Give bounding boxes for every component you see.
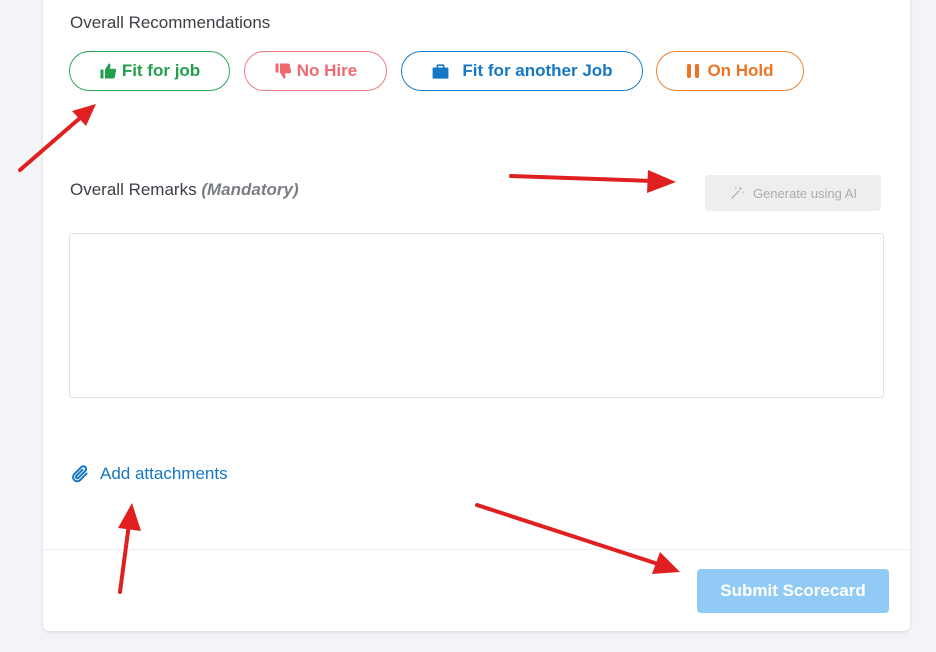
no-hire-button[interactable]: No Hire bbox=[244, 51, 387, 91]
briefcase-icon bbox=[431, 62, 450, 81]
recommendations-title: Overall Recommendations bbox=[70, 13, 271, 32]
remarks-title-text: Overall Remarks bbox=[70, 180, 197, 199]
fit-for-job-label: Fit for job bbox=[121, 61, 201, 80]
paperclip-icon bbox=[70, 464, 90, 484]
remarks-title: Overall Remarks (Mandatory) bbox=[70, 180, 299, 200]
remarks-textarea[interactable] bbox=[69, 233, 884, 398]
add-attachments-link[interactable]: Add attachments bbox=[70, 464, 228, 484]
mandatory-label: (Mandatory) bbox=[201, 180, 299, 199]
on-hold-label: On Hold bbox=[707, 61, 774, 80]
pause-icon bbox=[686, 63, 700, 79]
fit-for-another-job-button[interactable]: Fit for another Job bbox=[401, 51, 643, 91]
footer-divider bbox=[43, 549, 910, 550]
thumbs-down-icon bbox=[274, 62, 292, 80]
add-attachments-label: Add attachments bbox=[100, 464, 228, 483]
generate-using-ai-label: Generate using AI bbox=[752, 185, 858, 201]
thumbs-up-icon bbox=[99, 62, 117, 80]
on-hold-button[interactable]: On Hold bbox=[656, 51, 804, 91]
submit-scorecard-button[interactable]: Submit Scorecard bbox=[697, 569, 889, 613]
no-hire-label: No Hire bbox=[296, 61, 358, 80]
magic-wand-icon bbox=[729, 185, 745, 201]
fit-for-job-button[interactable]: Fit for job bbox=[69, 51, 230, 91]
fit-for-another-job-label: Fit for another Job bbox=[462, 61, 613, 80]
generate-using-ai-button[interactable]: Generate using AI bbox=[705, 175, 881, 211]
